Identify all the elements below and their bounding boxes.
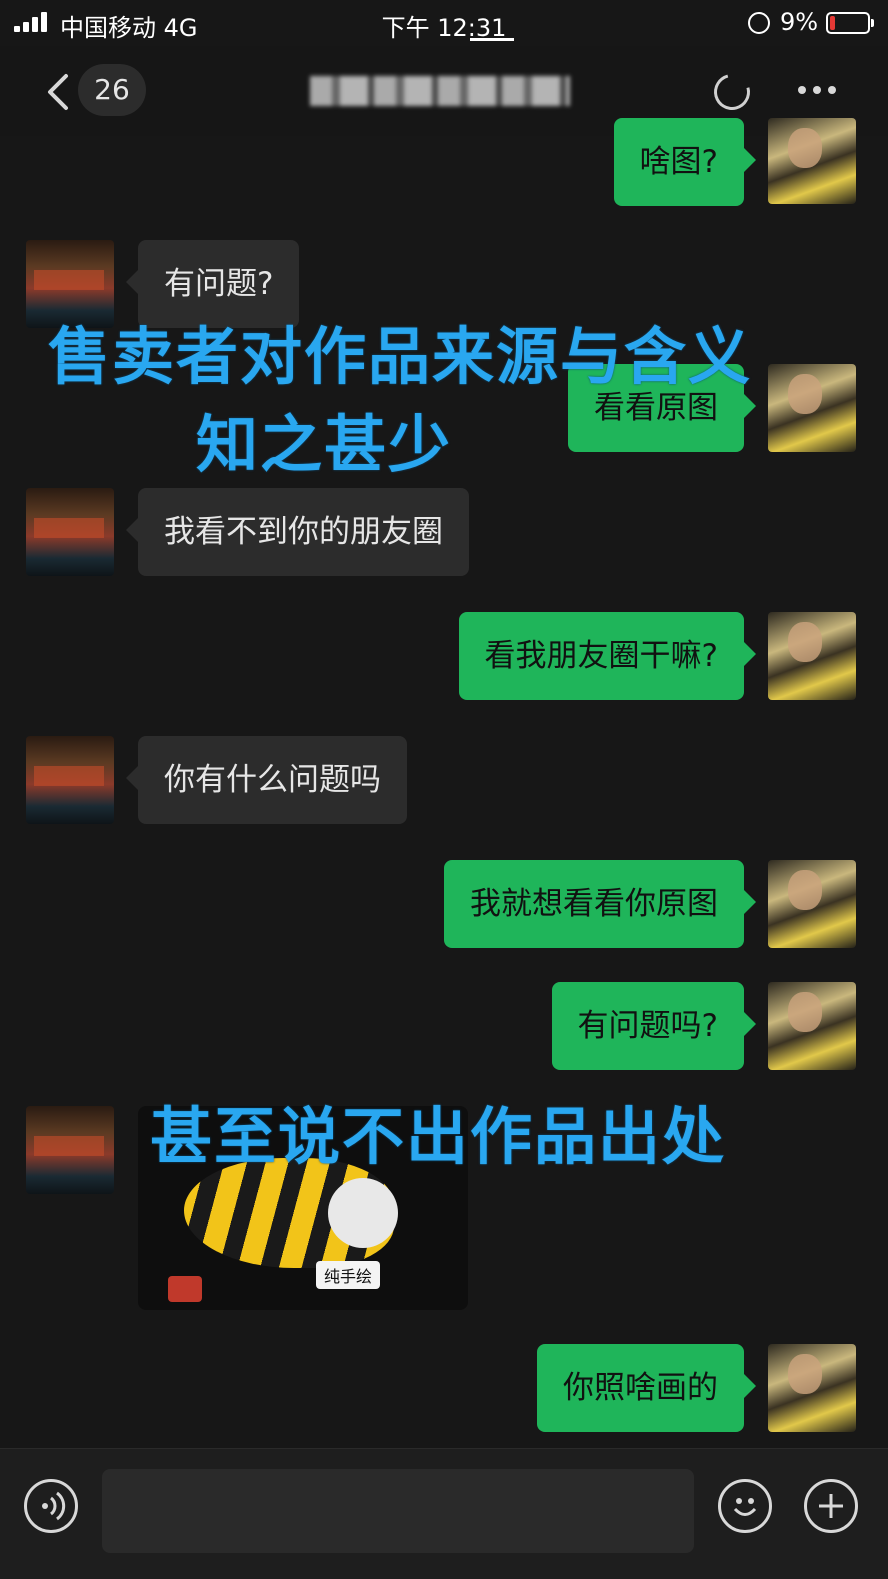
fish-head bbox=[328, 1178, 398, 1248]
voice-icon[interactable] bbox=[24, 1479, 78, 1533]
avatar-self[interactable] bbox=[768, 118, 856, 204]
message-input[interactable] bbox=[102, 1469, 694, 1553]
message-bubble-out[interactable]: 我就想看看你原图 bbox=[444, 860, 756, 948]
orientation-lock-icon bbox=[748, 12, 770, 34]
plus-icon[interactable] bbox=[804, 1479, 858, 1533]
avatar-self[interactable] bbox=[768, 860, 856, 948]
back-icon[interactable] bbox=[42, 72, 76, 112]
avatar-contact[interactable] bbox=[26, 736, 114, 824]
avatar-contact[interactable] bbox=[26, 488, 114, 576]
avatar-contact[interactable] bbox=[26, 1106, 114, 1194]
annotation-text: 知之甚少 bbox=[196, 408, 453, 481]
annotation-text: 售卖者对作品来源与含义 bbox=[48, 320, 753, 393]
message-bubble-out[interactable]: 你照啥画的 bbox=[537, 1344, 756, 1432]
image-caption: 纯手绘 bbox=[316, 1261, 381, 1289]
battery-percent: 9% bbox=[780, 8, 819, 36]
status-bar: 中国移动 4G 下午 12:31 9% bbox=[0, 0, 888, 46]
chat-header: 26 bbox=[0, 46, 888, 136]
message-bubble-out[interactable]: 看我朋友圈干嘛? bbox=[458, 612, 757, 700]
avatar-self[interactable] bbox=[768, 982, 856, 1070]
unread-count-badge[interactable]: 26 bbox=[78, 64, 146, 116]
brand-logo bbox=[168, 1276, 202, 1302]
annotation-text: 甚至说不出作品出处 bbox=[150, 1100, 727, 1173]
avatar-self[interactable] bbox=[768, 364, 856, 452]
battery-icon bbox=[826, 12, 874, 34]
more-icon[interactable] bbox=[798, 86, 838, 96]
chat-title-redacted bbox=[310, 76, 570, 106]
refresh-icon[interactable] bbox=[707, 67, 757, 117]
message-bubble-in[interactable]: 你有什么问题吗 bbox=[126, 736, 407, 824]
message-bubble-in[interactable]: 我看不到你的朋友圈 bbox=[126, 488, 469, 576]
input-bar bbox=[0, 1448, 888, 1579]
message-bubble-out[interactable]: 有问题吗? bbox=[551, 982, 757, 1070]
emoji-icon[interactable] bbox=[718, 1479, 772, 1533]
message-bubble-out[interactable]: 啥图? bbox=[613, 118, 757, 206]
clock-underline bbox=[470, 38, 514, 41]
avatar-self[interactable] bbox=[768, 1344, 856, 1432]
avatar-self[interactable] bbox=[768, 612, 856, 700]
